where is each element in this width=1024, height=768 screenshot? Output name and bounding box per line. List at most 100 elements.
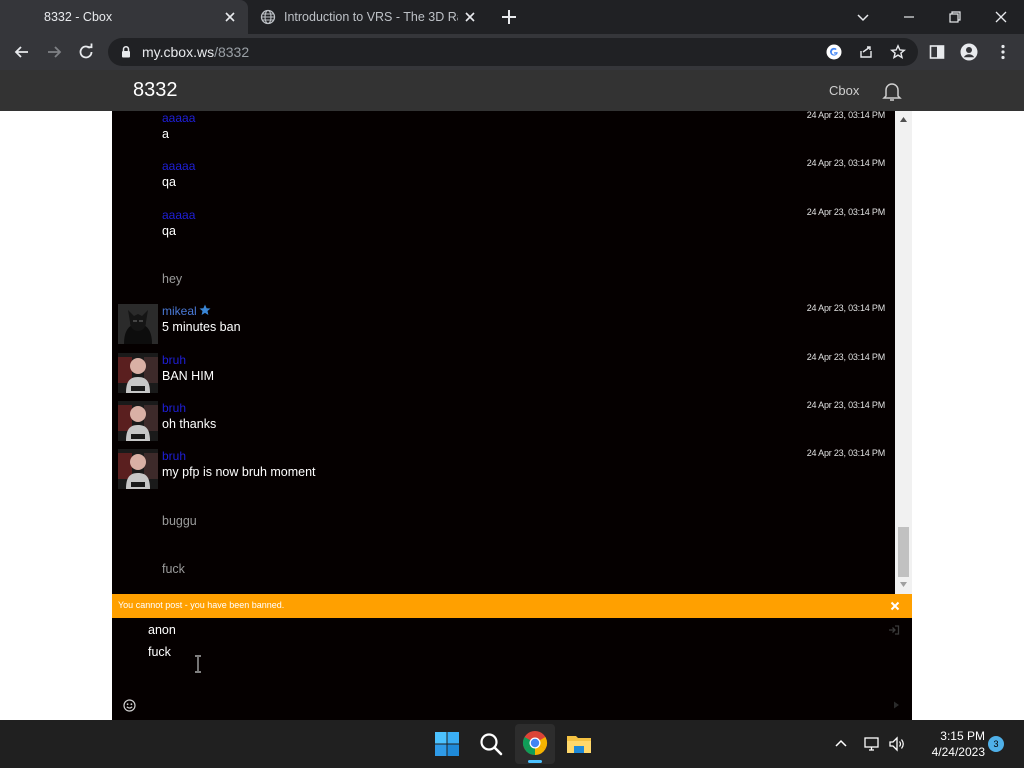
- logout-icon[interactable]: [888, 624, 900, 636]
- message-text: buggu: [162, 514, 197, 528]
- share-icon[interactable]: [858, 44, 874, 60]
- message-timestamp: 24 Apr 23, 03:14 PM: [806, 158, 885, 168]
- address-bar[interactable]: my.cbox.ws/8332: [108, 38, 918, 66]
- message-text: qa: [162, 224, 176, 238]
- emoji-icon[interactable]: [123, 699, 136, 712]
- chat-message: aaaaa 24 Apr 23, 03:14 PM qa: [112, 207, 895, 256]
- chat-message: aaaaa 24 Apr 23, 03:14 PM a: [112, 111, 895, 159]
- message-username[interactable]: bruh: [162, 449, 186, 463]
- minimize-icon[interactable]: [898, 6, 920, 28]
- chat-message: buggu: [112, 498, 895, 546]
- moderator-star-icon: [199, 304, 211, 315]
- browser-tab-bar: 8332 - Cbox Introduction to VRS - The 3D…: [0, 0, 1024, 34]
- avatar-image: [118, 449, 158, 489]
- avatar-image: [118, 401, 158, 441]
- notification-badge[interactable]: 3: [988, 736, 1004, 752]
- chat-scrollbar[interactable]: [895, 111, 912, 594]
- forward-icon[interactable]: [44, 42, 64, 62]
- volume-icon[interactable]: [888, 735, 906, 753]
- avatar[interactable]: [118, 353, 158, 393]
- message-input[interactable]: fuck: [148, 645, 171, 659]
- bell-icon[interactable]: [880, 79, 904, 103]
- restore-icon[interactable]: [944, 6, 966, 28]
- username-text: mikeal: [162, 304, 197, 318]
- network-icon[interactable]: [863, 735, 881, 753]
- search-icon[interactable]: [477, 730, 505, 758]
- tab-vrs[interactable]: Introduction to VRS - The 3D Rac: [250, 0, 488, 34]
- tab-title: Introduction to VRS - The 3D Rac: [284, 10, 458, 24]
- windows-taskbar: 3:15 PM 4/24/2023 3: [0, 720, 1024, 768]
- side-panel-icon[interactable]: [928, 43, 946, 61]
- avatar[interactable]: [118, 304, 158, 344]
- name-field[interactable]: anon: [148, 623, 176, 637]
- message-text: 5 minutes ban: [162, 320, 241, 334]
- site-header: 8332 Cbox: [0, 70, 1024, 111]
- close-window-icon[interactable]: [990, 6, 1012, 28]
- url-host: my.cbox.ws: [142, 44, 215, 60]
- scroll-up-arrow-icon[interactable]: [899, 115, 908, 124]
- chat-message: fuck: [112, 546, 895, 594]
- message-username[interactable]: aaaaa: [162, 159, 195, 173]
- tab-title: 8332 - Cbox: [44, 10, 113, 24]
- bookmark-star-icon[interactable]: [890, 44, 906, 60]
- avatar-image: [118, 304, 158, 344]
- message-timestamp: 24 Apr 23, 03:14 PM: [806, 111, 885, 120]
- scroll-down-arrow-icon[interactable]: [899, 580, 908, 589]
- message-username[interactable]: mikeal: [162, 304, 211, 318]
- message-username[interactable]: aaaaa: [162, 111, 195, 125]
- chat-message-list[interactable]: aaaaa 24 Apr 23, 03:14 PM a aaaaa 24 Apr…: [112, 111, 912, 594]
- active-app-indicator: [528, 760, 542, 763]
- windows-start-icon[interactable]: [433, 730, 461, 758]
- google-icon[interactable]: [826, 44, 842, 60]
- message-timestamp: 24 Apr 23, 03:14 PM: [806, 207, 885, 217]
- close-icon[interactable]: [890, 601, 900, 611]
- cbox-link[interactable]: Cbox: [829, 83, 859, 98]
- scrollbar-thumb[interactable]: [898, 527, 909, 577]
- message-text: qa: [162, 175, 176, 189]
- message-composer: anon fuck: [112, 618, 912, 720]
- system-clock[interactable]: 3:15 PM 4/24/2023: [905, 728, 985, 760]
- globe-icon: [260, 9, 276, 25]
- message-text: hey: [162, 272, 183, 286]
- message-text: oh thanks: [162, 417, 217, 431]
- tab-cbox[interactable]: 8332 - Cbox: [0, 0, 248, 34]
- lock-icon[interactable]: [118, 44, 134, 60]
- url-text[interactable]: my.cbox.ws/8332: [142, 44, 249, 60]
- message-timestamp: 24 Apr 23, 03:14 PM: [806, 352, 885, 362]
- banned-message: You cannot post - you have been banned.: [118, 600, 285, 610]
- browser-toolbar: my.cbox.ws/8332: [0, 34, 1024, 70]
- message-text: a: [162, 127, 169, 141]
- new-tab-icon[interactable]: [498, 6, 520, 28]
- message-username[interactable]: bruh: [162, 353, 186, 367]
- chat-message: aaaaa 24 Apr 23, 03:14 PM qa: [112, 158, 895, 207]
- message-username[interactable]: bruh: [162, 401, 186, 415]
- file-explorer-icon[interactable]: [565, 730, 593, 758]
- message-text: my pfp is now bruh moment: [162, 465, 316, 479]
- chat-message: bruh 24 Apr 23, 03:14 PM oh thanks: [112, 400, 895, 449]
- close-tab-icon[interactable]: [462, 9, 478, 25]
- menu-kebab-icon[interactable]: [994, 43, 1012, 61]
- chrome-taskbar-button[interactable]: [515, 724, 555, 764]
- show-hidden-icons-chevron-icon[interactable]: [833, 736, 849, 752]
- chrome-icon: [522, 731, 548, 755]
- chat-message: hey: [112, 256, 895, 304]
- back-icon[interactable]: [12, 42, 32, 62]
- avatar[interactable]: [118, 449, 158, 489]
- avatar-image: [118, 353, 158, 393]
- message-text: BAN HIM: [162, 369, 215, 383]
- reload-icon[interactable]: [76, 42, 96, 62]
- profile-icon[interactable]: [960, 43, 978, 61]
- chat-message: mikeal 24 Apr 23, 03:14 PM 5 minutes ban: [112, 303, 895, 352]
- send-arrow-icon[interactable]: [892, 701, 900, 709]
- close-tab-icon[interactable]: [222, 9, 238, 25]
- message-username[interactable]: aaaaa: [162, 208, 195, 222]
- clock-date: 4/24/2023: [931, 745, 985, 759]
- chat-message: bruh 24 Apr 23, 03:14 PM my pfp is now b…: [112, 448, 895, 497]
- message-text: fuck: [162, 562, 185, 576]
- tab-search-chevron-icon[interactable]: [852, 6, 874, 28]
- clock-time: 3:15 PM: [940, 729, 985, 743]
- chat-message: bruh 24 Apr 23, 03:14 PM BAN HIM: [112, 352, 895, 401]
- avatar[interactable]: [118, 401, 158, 441]
- message-timestamp: 24 Apr 23, 03:14 PM: [806, 303, 885, 313]
- message-timestamp: 24 Apr 23, 03:14 PM: [806, 400, 885, 410]
